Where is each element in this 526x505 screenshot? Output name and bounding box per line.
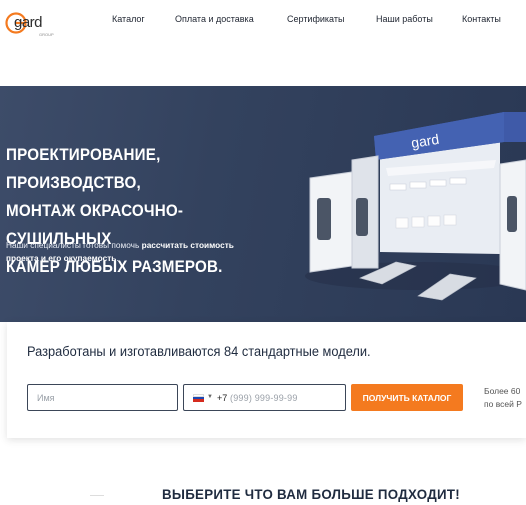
nav-catalog[interactable]: Каталог [112, 14, 145, 24]
side-note-line: Более 60 [484, 386, 521, 396]
phone-input[interactable]: ▼ +7 (999) 999-99-99 [183, 384, 346, 411]
nav-certificates[interactable]: Сертификаты [287, 14, 344, 24]
hero-subtitle: Наши специалисты готовы помочь рассчитат… [6, 239, 306, 265]
nav-contacts[interactable]: Контакты [462, 14, 501, 24]
hero-title-line: ПРОЕКТИРОВАНИЕ, ПРОИЗВОДСТВО, [6, 146, 161, 192]
site-header: gard GROUP Каталог Оплата и доставка Сер… [0, 0, 526, 40]
divider [90, 495, 104, 496]
hero-subtitle-text: . [116, 253, 119, 263]
phone-placeholder: (999) 999-99-99 [230, 393, 298, 403]
panel-title: Разработаны и изготавливаются 84 стандар… [27, 344, 371, 359]
name-input[interactable] [27, 384, 178, 411]
hero-subtitle-emphasis: проекта и его окупаемость [6, 253, 117, 263]
paint-booth-image: gard [305, 112, 526, 301]
catalog-request-panel: Разработаны и изготавливаются 84 стандар… [7, 322, 526, 438]
svg-text:GROUP: GROUP [39, 32, 54, 37]
section-title: ВЫБЕРИТЕ ЧТО ВАМ БОЛЬШЕ ПОДХОДИТ! [162, 486, 460, 502]
main-nav: Каталог Оплата и доставка Сертификаты На… [0, 14, 526, 28]
phone-country-code: +7 [217, 393, 228, 403]
side-note: Более 60 по всей Р [484, 385, 526, 411]
hero-subtitle-emphasis: рассчитать стоимость [141, 240, 234, 250]
get-catalog-button[interactable]: ПОЛУЧИТЬ КАТАЛОГ [351, 384, 463, 411]
page: gard GROUP Каталог Оплата и доставка Сер… [0, 0, 526, 505]
side-note-line: по всей Р [484, 399, 522, 409]
nav-payment-delivery[interactable]: Оплата и доставка [175, 14, 254, 24]
hero-banner: ПРОЕКТИРОВАНИЕ, ПРОИЗВОДСТВО, МОНТАЖ ОКР… [0, 86, 526, 322]
hero-subtitle-text: Наши специалисты готовы помочь [6, 240, 142, 250]
russia-flag-icon[interactable] [193, 394, 204, 402]
nav-our-works[interactable]: Наши работы [376, 14, 433, 24]
chevron-down-icon[interactable]: ▼ [207, 394, 213, 400]
